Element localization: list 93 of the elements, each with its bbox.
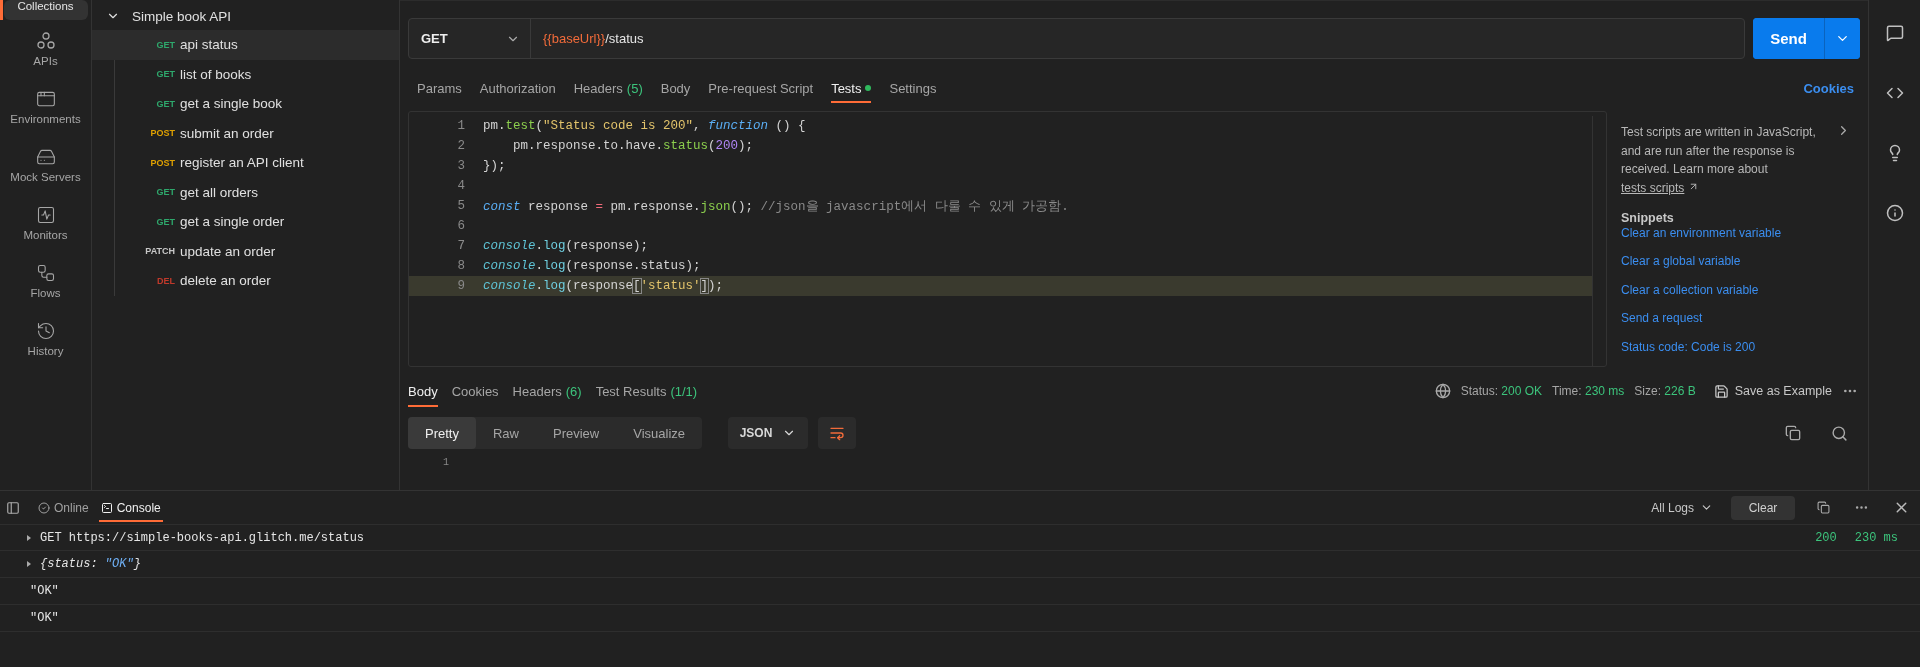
nav-icon: [35, 89, 56, 109]
format-dropdown[interactable]: JSON: [728, 417, 809, 449]
status-text: Status: 200 OK: [1460, 384, 1543, 398]
request-tab[interactable]: Authorization: [470, 69, 565, 107]
line-number: 1: [443, 457, 449, 468]
code-line: console.log(response);: [483, 239, 649, 253]
code-line: });: [483, 159, 506, 173]
request-item[interactable]: GET api status: [92, 30, 399, 60]
save-as-example-button[interactable]: Save as Example: [1709, 379, 1836, 403]
clear-button[interactable]: Clear: [1731, 495, 1795, 520]
line-number: 5: [456, 199, 465, 213]
response-tab[interactable]: Test Results (1/1): [595, 375, 704, 407]
snippet-link[interactable]: Status code: Code is 200: [1621, 338, 1756, 368]
nav-rail-item[interactable]: Mock Servers: [3, 136, 88, 194]
check-circle-icon: [38, 501, 50, 514]
response-tab[interactable]: Cookies: [451, 375, 505, 407]
nav-icon: [35, 31, 56, 51]
request-tab[interactable]: Tests: [822, 69, 881, 107]
nav-rail-item[interactable]: APIs: [3, 20, 88, 78]
view-mode-tab[interactable]: Visualize: [616, 417, 703, 449]
request-item[interactable]: DEL delete an order: [92, 266, 399, 296]
line-number: 2: [456, 139, 465, 153]
code-line: console.log(response['status']);: [483, 279, 724, 293]
size-text: Size: 226 B: [1634, 384, 1696, 398]
request-item[interactable]: GET get a single book: [92, 89, 399, 119]
code-line: pm.test("Status code is 200", function () {: [483, 119, 806, 133]
time-text: Time: 230 ms: [1552, 384, 1625, 398]
request-item[interactable]: PATCH update an order: [92, 236, 399, 266]
line-number: 9: [456, 279, 465, 293]
nav-icon: [35, 147, 56, 167]
collection-header[interactable]: Simple book API: [92, 2, 399, 30]
request-tab[interactable]: Settings: [880, 69, 946, 107]
request-item[interactable]: POST submit an order: [92, 118, 399, 148]
nav-rail-item[interactable]: Monitors: [3, 194, 88, 252]
copy-icon[interactable]: [1785, 425, 1801, 441]
code-line: console.log(response.status);: [483, 259, 701, 273]
response-tab[interactable]: Headers (6): [512, 375, 588, 407]
request-item[interactable]: GET get all orders: [92, 177, 399, 207]
nav-rail-item[interactable]: Flows: [3, 252, 88, 310]
globe-icon[interactable]: [1434, 383, 1451, 399]
line-number: 6: [456, 219, 465, 233]
request-item[interactable]: POST register an API client: [92, 148, 399, 178]
comment-icon[interactable]: [1885, 24, 1904, 42]
cookies-link[interactable]: Cookies: [1803, 80, 1854, 96]
line-number: 3: [456, 159, 465, 173]
request-tab[interactable]: Params: [408, 69, 471, 107]
snippet-link[interactable]: Clear a collection variable: [1621, 281, 1759, 311]
expand-icon[interactable]: [26, 534, 32, 541]
line-number: 4: [456, 179, 465, 193]
line-number: 8: [456, 259, 465, 273]
wrap-text-icon: [829, 425, 846, 441]
log-status: 200: [1815, 530, 1837, 545]
nav-rail-item[interactable]: History: [3, 310, 88, 368]
code-line: const response = pm.response.json(); //json을 javascript에서 다룰 수 있게 가공함.: [483, 198, 1069, 215]
copy-icon[interactable]: [1817, 501, 1830, 514]
log-value: "OK": [30, 584, 59, 598]
line-number: 7: [456, 239, 465, 253]
line-number: 1: [456, 119, 465, 133]
info-icon[interactable]: [1885, 204, 1904, 222]
request-tab[interactable]: Body: [651, 69, 700, 107]
expand-icon[interactable]: [26, 561, 32, 567]
tests-scripts-link[interactable]: tests scripts: [1621, 180, 1685, 195]
snippet-link[interactable]: Clear a global variable: [1621, 253, 1741, 282]
log-request[interactable]: GET https://simple-books-api.glitch.me/status: [40, 530, 365, 545]
request-item[interactable]: GET list of books: [92, 59, 399, 89]
save-icon: [1713, 383, 1729, 399]
nav-rail-item[interactable]: Collections: [3, 0, 88, 20]
log-value: "OK": [30, 611, 59, 625]
response-tab[interactable]: Body: [408, 375, 444, 407]
request-item[interactable]: GET get a single order: [92, 207, 399, 237]
view-mode-tab[interactable]: Raw: [475, 417, 536, 449]
request-tab[interactable]: Pre-request Script: [699, 69, 823, 107]
help-text: Test scripts are written in JavaScript, and are run after the response is received. Learn more about tests scripts: [1621, 124, 1817, 197]
snippet-link[interactable]: Clear an environment variable: [1621, 225, 1782, 254]
snippet-link[interactable]: Send a request: [1621, 310, 1703, 339]
search-icon[interactable]: [1831, 424, 1848, 442]
nav-rail-item[interactable]: Environments: [3, 78, 88, 136]
terminal-icon: [100, 501, 113, 514]
log-filter-dropdown[interactable]: All Logs: [1647, 496, 1717, 519]
console-tab[interactable]: Console: [98, 491, 163, 524]
snippets-title: Snippets: [1621, 211, 1675, 225]
view-mode-tab[interactable]: Preview: [536, 417, 617, 449]
wrap-button[interactable]: [818, 417, 857, 449]
log-time: 230 ms: [1854, 530, 1898, 545]
nav-icon: [35, 205, 56, 225]
request-tab[interactable]: Headers (5): [564, 69, 652, 107]
code-line: pm.response.to.have.status(200);: [512, 139, 754, 153]
nav-icon: [35, 321, 56, 341]
view-mode-tab[interactable]: Pretty: [408, 417, 476, 449]
nav-icon: [35, 263, 56, 283]
sidebar-toggle-icon[interactable]: [6, 500, 20, 515]
console-tab[interactable]: Online: [36, 491, 91, 524]
log-object[interactable]: {status: "OK"}: [40, 557, 141, 571]
